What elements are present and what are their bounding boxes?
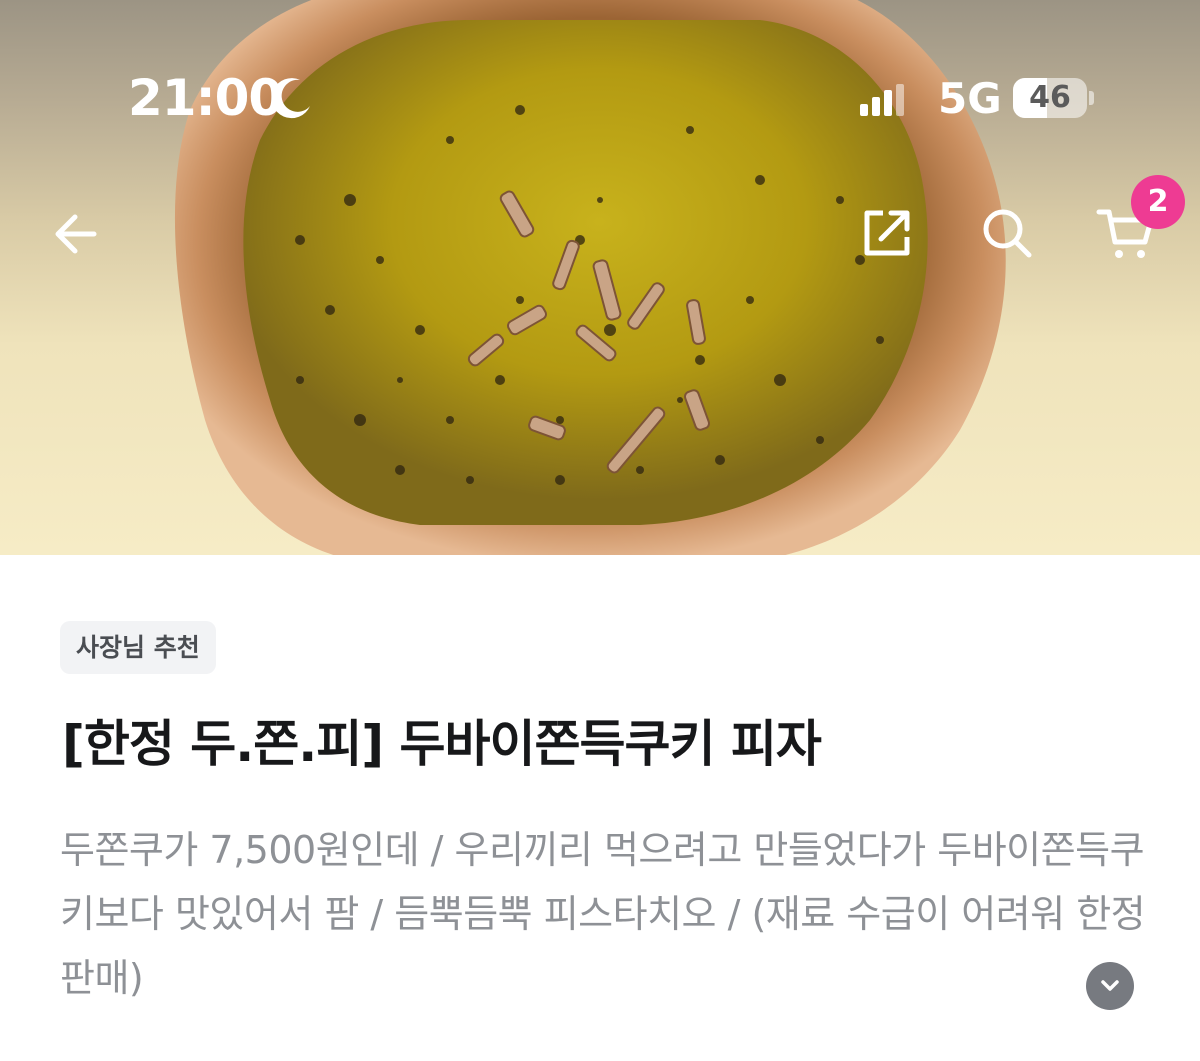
product-image: 21:00 5G 46 2 [0,0,1200,555]
product-description: 두쫀쿠가 7,500원인데 / 우리끼리 먹으려고 만들었다가 두바이쫀득쿠키보… [60,828,1146,1000]
cart-count-badge: 2 [1131,175,1185,229]
share-button[interactable] [852,198,922,268]
back-button[interactable] [42,200,110,268]
chevron-down-icon [1101,980,1119,991]
battery-tip [1089,91,1094,105]
arrow-left-icon [55,214,97,254]
network-type: 5G [938,74,1002,123]
battery-percent: 46 [1029,80,1071,115]
status-bar: 21:00 5G 46 [0,0,1200,190]
moon-icon [271,78,310,119]
status-time: 21:00 [128,69,283,127]
expand-description-button[interactable] [1086,962,1134,1010]
signal-icon [860,84,904,116]
search-icon [983,209,1032,258]
share-icon [864,210,910,256]
recommend-tag: 사장님 추천 [60,621,216,674]
product-title: [한정 두.쫀.피] 두바이쫀득쿠키 피자 [62,715,822,773]
search-button[interactable] [972,198,1042,268]
battery-icon: 46 [1013,78,1087,118]
